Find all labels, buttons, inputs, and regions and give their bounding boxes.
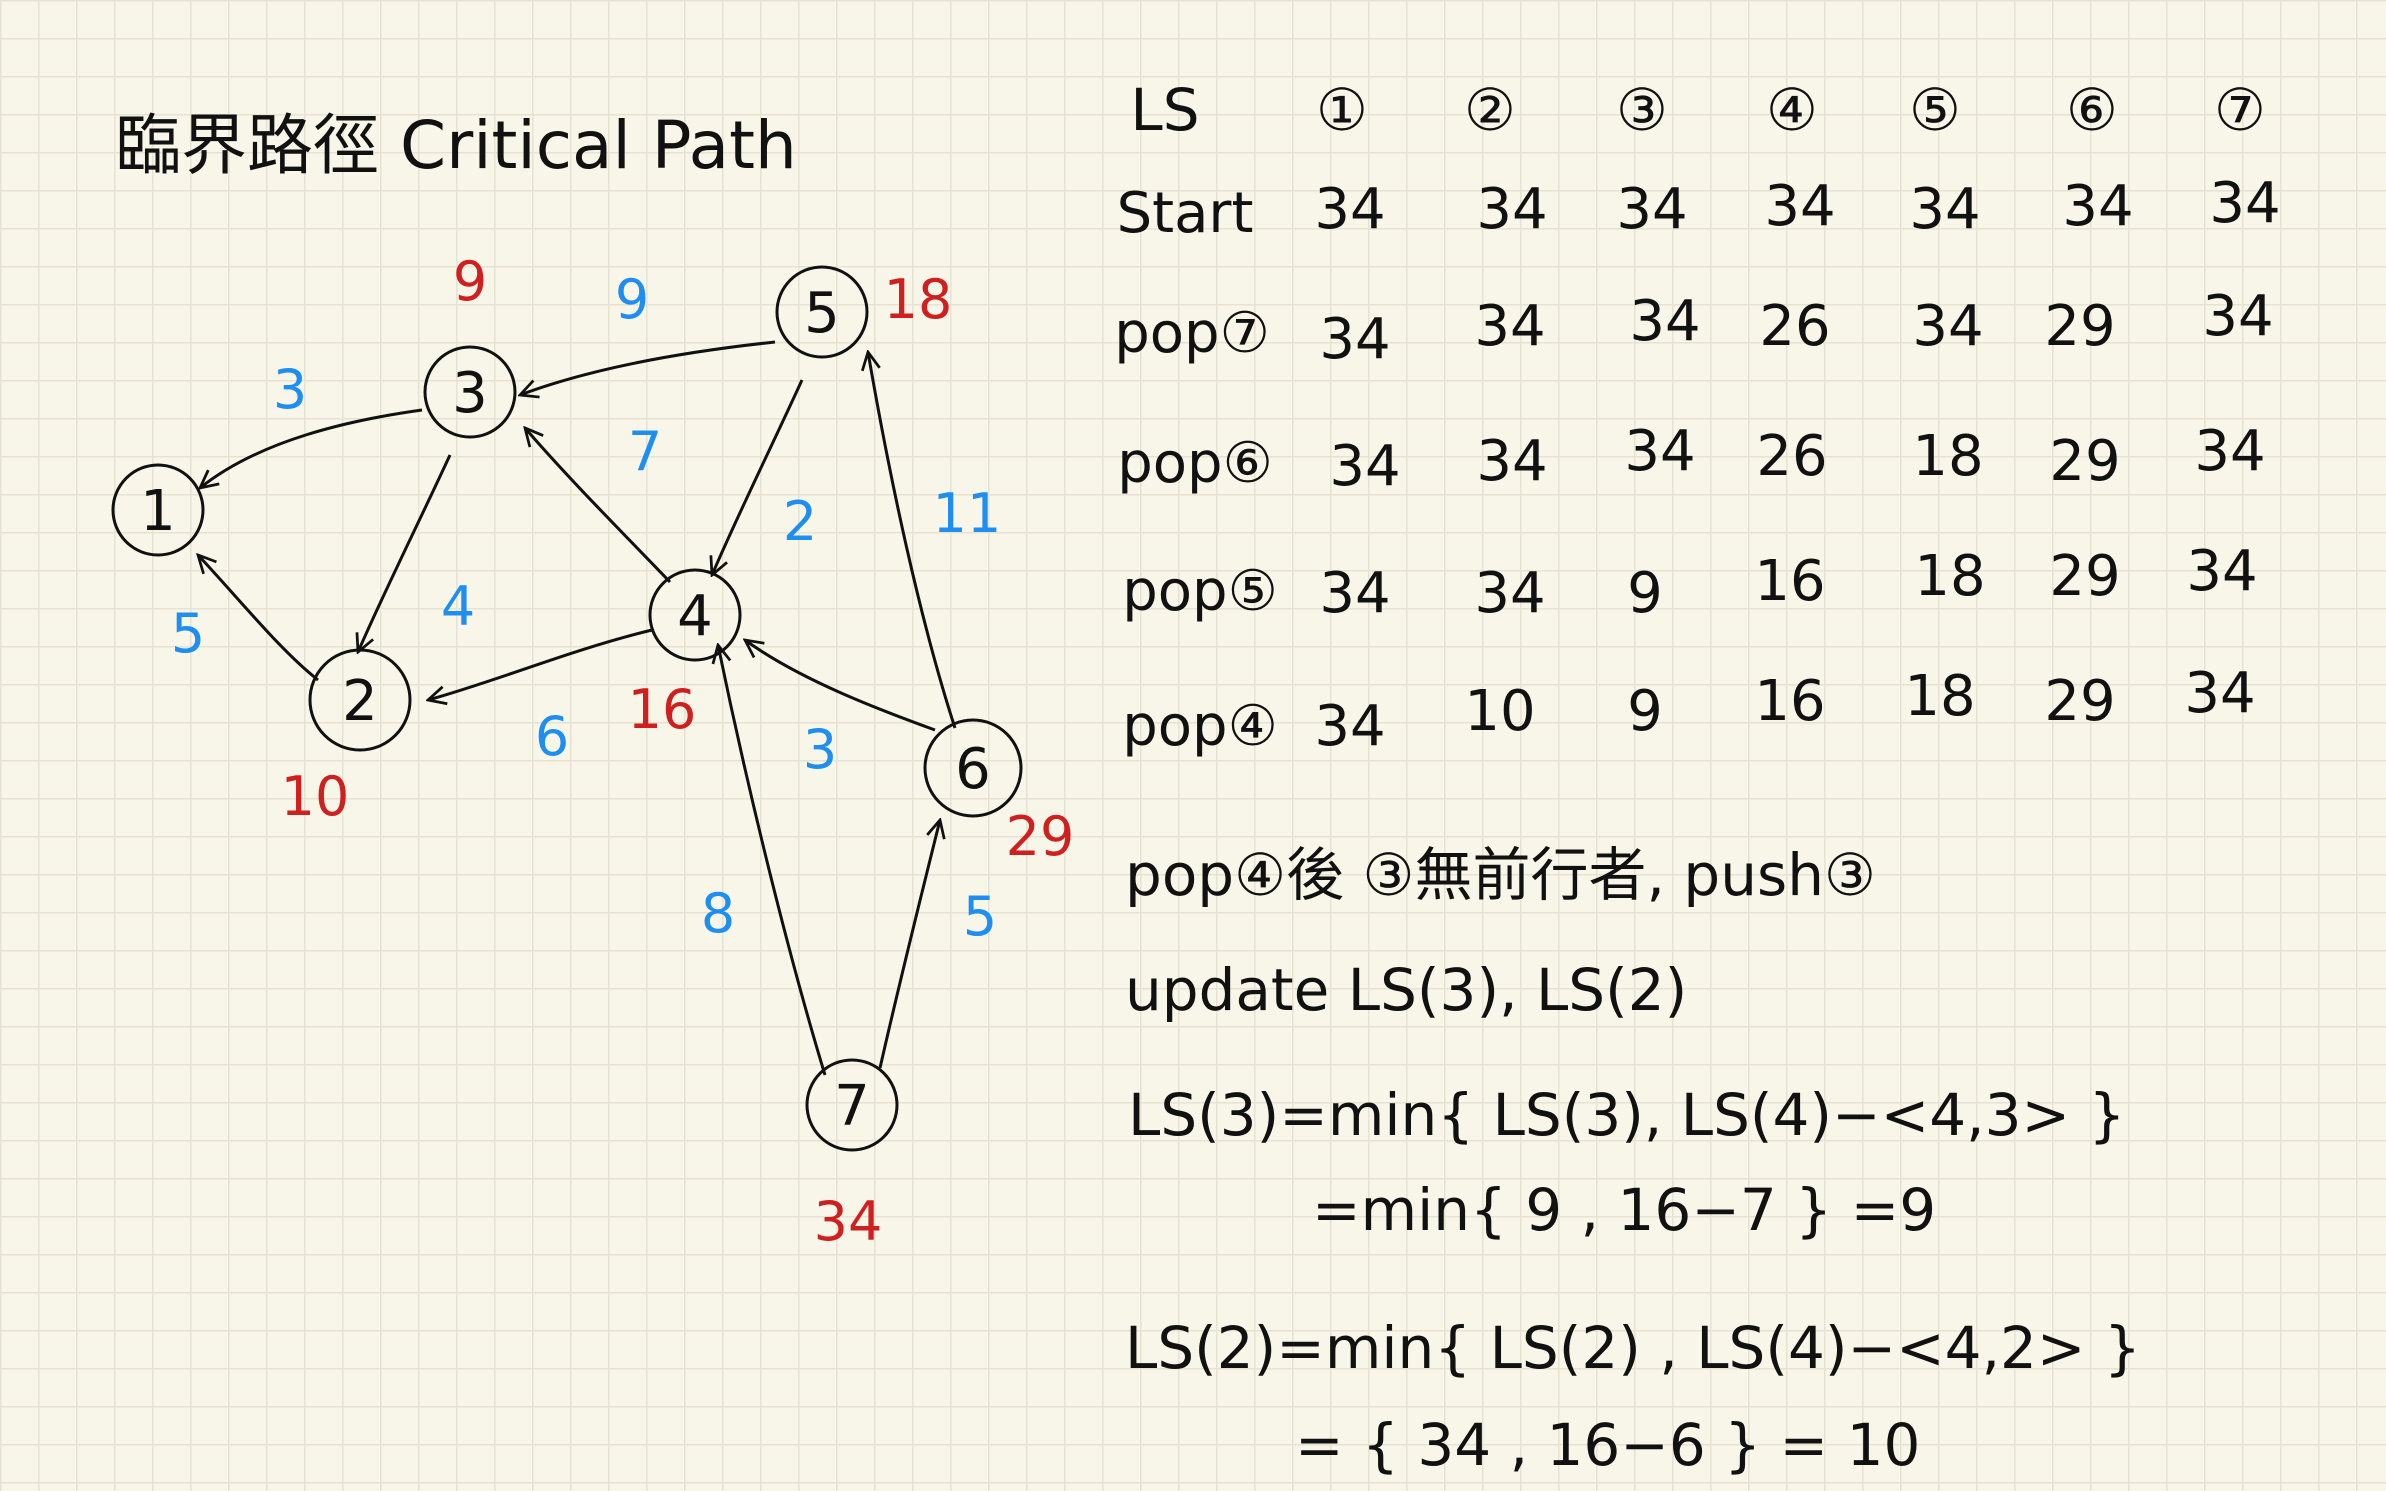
ls-table: LS ① ② ③ ④ ⑤ ⑥ ⑦ [1130,76,2266,144]
table-row-label: pop⑤ [1122,559,1278,624]
page-title: 臨界路徑 Critical Path [115,107,797,184]
edge-weight-7-6: 5 [963,885,997,948]
table-header-node-2: ② [1464,76,1516,144]
table-cell: 34 [1616,177,1687,242]
table-cell: 34 [2186,539,2257,604]
table-cell: 34 [1629,289,1700,354]
table-cell: 34 [1319,307,1390,372]
note-ls3-formula: LS(3)=min{ LS(3), LS(4)−<4,3> } [1128,1081,2125,1149]
edge-weight-5-3: 9 [615,268,649,331]
table-cell: 34 [1476,429,1547,494]
ls-value-6: 29 [1006,805,1075,868]
table-header-node-7: ⑦ [2214,76,2266,144]
table-header-node-4: ④ [1766,76,1818,144]
table-cell: 34 [2184,661,2255,726]
node-label-2: 2 [342,669,378,734]
table-cell: 29 [2049,429,2120,494]
node-label-7: 7 [834,1074,870,1139]
table-cell: 34 [1314,177,1385,242]
table-cell: 34 [1319,561,1390,626]
ls-value-5: 18 [884,268,953,331]
edge-weight-7-4: 8 [701,882,735,945]
edge-7-4 [718,645,827,1076]
edge-weight-6-4: 3 [803,718,837,781]
edge-weight-4-3: 7 [628,420,662,483]
table-row-label: pop⑦ [1114,301,1270,366]
table-row-label: pop⑥ [1117,431,1273,496]
table-cell: 34 [1624,419,1695,484]
table-cell: 29 [2044,669,2115,734]
edge-4-2 [428,628,653,700]
edge-6-4 [745,640,936,732]
ls-value-3: 9 [453,250,487,313]
table-cell: 9 [1627,561,1663,626]
table-header-node-5: ⑤ [1909,76,1961,144]
table-cell: 34 [1909,177,1980,242]
node-label-5: 5 [804,281,840,346]
edge-7-6 [878,820,940,1069]
table-cell: 29 [2044,294,2115,359]
table-cell: 34 [2202,284,2273,349]
table-cell: 34 [2209,171,2280,236]
note-ls2-result: = { 34 , 16−6 } = 10 [1295,1411,1920,1479]
table-cell: 18 [1914,544,1985,609]
note-ls2-formula: LS(2)=min{ LS(2) , LS(4)−<4,2> } [1125,1314,2141,1382]
notes-canvas: 臨界路徑 Critical Path 1 2 3 4 5 6 7 10 9 16… [111,76,2281,1479]
table-row-label: pop④ [1122,694,1278,759]
ls-value-2: 10 [281,765,350,828]
edge-5-3 [520,340,776,395]
edge-weight-3-2: 4 [441,575,475,638]
node-label-3: 3 [452,361,488,426]
table-header-node-3: ③ [1616,76,1668,144]
table-cell: 16 [1754,549,1825,614]
table-cell: 34 [1314,694,1385,759]
table-cell: 34 [2062,174,2133,239]
table-cell: 34 [1474,561,1545,626]
edge-weight-2-1: 5 [171,602,205,665]
edge-weight-5-4: 2 [783,490,817,553]
edge-weight-6-5: 11 [933,482,1002,545]
table-cell: 16 [1754,669,1825,734]
table-header-node-6: ⑥ [2066,76,2118,144]
ls-value-4: 16 [628,678,697,741]
edge-3-1 [200,408,423,488]
table-cell: 34 [1764,174,1835,239]
table-header-node-1: ① [1316,76,1368,144]
table-cell: 34 [1474,294,1545,359]
node-label-1: 1 [140,479,176,544]
table-cell: 10 [1464,679,1535,744]
table-cell: 26 [1759,294,1830,359]
table-row-label: Start [1117,181,1254,246]
table-cell: 18 [1904,664,1975,729]
table-cell: 26 [1756,424,1827,489]
edge-3-2 [358,454,452,652]
table-cell: 9 [1627,679,1663,744]
edge-weight-4-2: 6 [535,705,569,768]
table-cell: 18 [1912,424,1983,489]
edge-2-1 [198,555,319,682]
table-cell: 34 [1912,294,1983,359]
ls-value-7: 34 [814,1190,883,1253]
table-header-ls: LS [1130,76,1199,144]
table-cell: 34 [2194,419,2265,484]
table-cell: 34 [1476,177,1547,242]
node-label-6: 6 [955,737,991,802]
note-pop4-push3: pop④後 ③無前行者, push③ [1125,841,1876,909]
edge-weight-3-1: 3 [273,358,307,421]
table-cell: 29 [2049,544,2120,609]
table-cell: 34 [1329,434,1400,499]
node-label-4: 4 [677,584,713,649]
note-ls3-result: =min{ 9 , 16−7 } =9 [1312,1176,1936,1244]
note-update: update LS(3), LS(2) [1125,956,1687,1024]
